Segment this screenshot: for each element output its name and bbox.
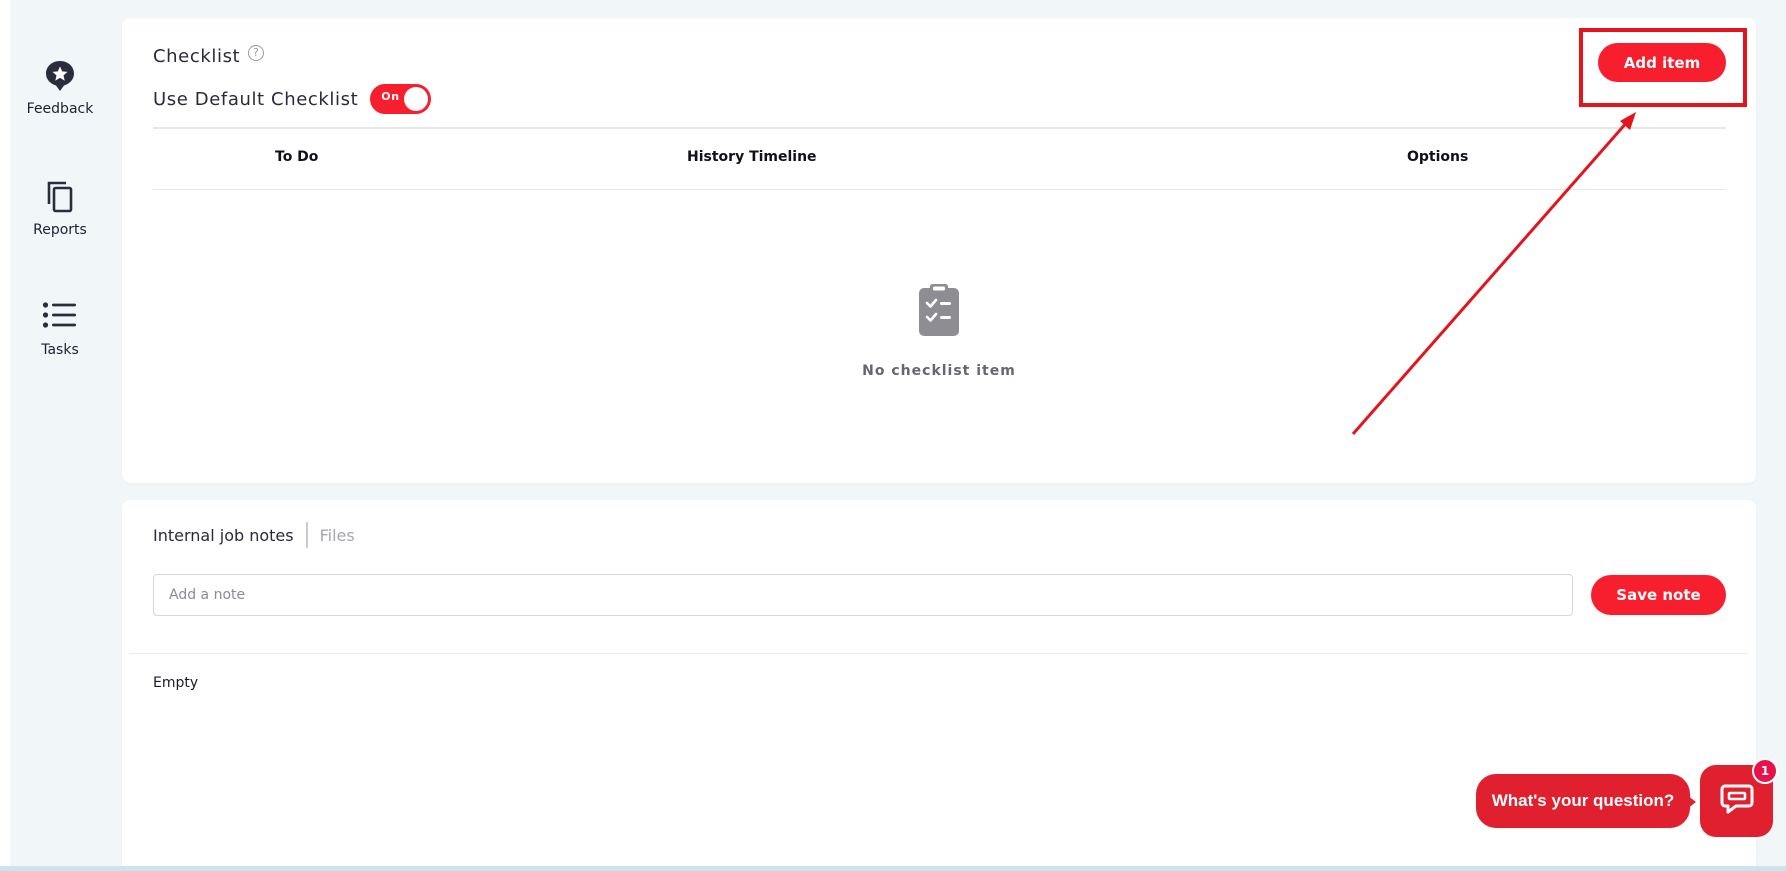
tab-internal-job-notes[interactable]: Internal job notes	[153, 526, 294, 545]
sidebar-item-label: Feedback	[26, 101, 94, 117]
column-header-options: Options	[1407, 149, 1469, 165]
copy-icon	[40, 177, 80, 217]
save-note-button[interactable]: Save note	[1591, 575, 1726, 615]
chat-question-bubble[interactable]: What's your question?	[1476, 774, 1690, 828]
bottom-edge	[0, 866, 1786, 871]
checklist-table-header: To Do History Timeline Options	[153, 127, 1726, 190]
sidebar-item-feedback[interactable]: Feedback	[10, 56, 110, 117]
sidebar: Feedback Reports Tasks	[10, 0, 110, 871]
column-header-history: History Timeline	[687, 149, 817, 165]
notes-tabs: Internal job notes Files	[153, 522, 355, 548]
left-edge-strip	[0, 0, 10, 871]
checklist-title: Checklist	[153, 46, 241, 67]
default-checklist-label: Use Default Checklist	[153, 88, 359, 110]
default-checklist-row: Use Default Checklist On	[153, 84, 432, 114]
list-icon	[40, 297, 80, 337]
toggle-state-label: On	[381, 90, 400, 103]
checklist-empty-state: No checklist item	[122, 283, 1756, 379]
sidebar-item-label: Reports	[33, 222, 87, 238]
checklist-card: Checklist ? Use Default Checklist On Add…	[122, 18, 1756, 483]
feedback-star-icon	[40, 56, 80, 96]
app-root: Feedback Reports Tasks Checklist ? Use D…	[0, 0, 1786, 871]
toggle-knob	[404, 87, 429, 111]
default-checklist-toggle[interactable]: On	[370, 84, 432, 114]
chat-notification-badge: 1	[1752, 758, 1778, 784]
column-header-todo: To Do	[275, 149, 319, 165]
help-icon[interactable]: ?	[248, 44, 265, 61]
empty-checklist-text: No checklist item	[862, 363, 1016, 379]
sidebar-item-label: Tasks	[41, 342, 79, 358]
notes-divider	[130, 653, 1748, 654]
tab-separator	[305, 522, 308, 548]
add-item-button[interactable]: Add item	[1598, 43, 1726, 82]
tab-files[interactable]: Files	[320, 526, 355, 545]
clipboard-check-icon	[918, 283, 960, 341]
empty-notes-text: Empty	[153, 675, 199, 691]
chat-icon	[1720, 783, 1754, 819]
sidebar-item-reports[interactable]: Reports	[10, 177, 110, 238]
checklist-header: Checklist ?	[153, 44, 265, 67]
chat-bubble-tail	[1687, 795, 1696, 809]
add-note-input[interactable]	[153, 574, 1573, 616]
sidebar-item-tasks[interactable]: Tasks	[10, 297, 110, 358]
